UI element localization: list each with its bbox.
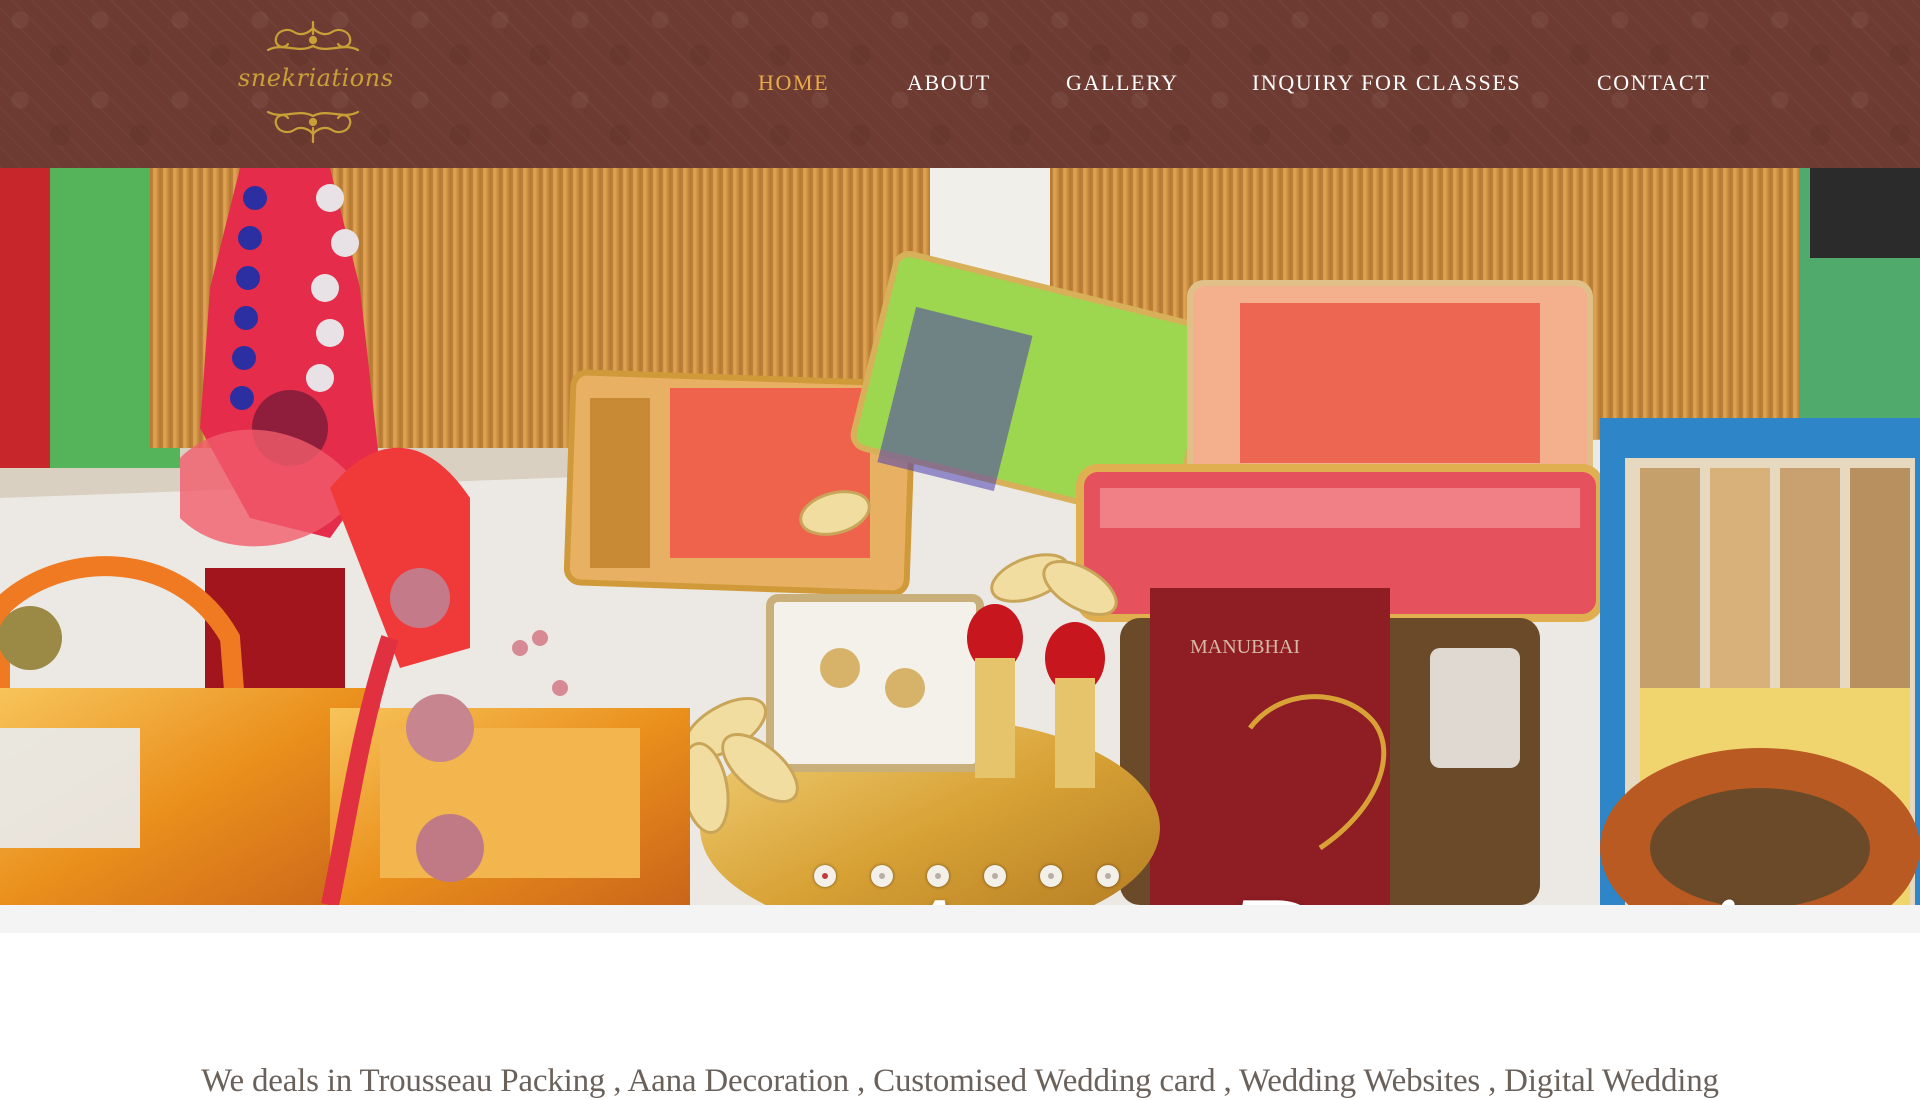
- nav-item-about[interactable]: ABOUT: [907, 70, 991, 96]
- main-nav: HOME ABOUT GALLERY INQUIRY FOR CLASSES C…: [0, 70, 1920, 100]
- hero-caption: Aana Decoration: [890, 888, 1890, 906]
- nav-item-contact[interactable]: CONTACT: [1597, 70, 1710, 96]
- svg-text:MANUBHAI: MANUBHAI: [1190, 636, 1300, 658]
- slider-dot-3[interactable]: [927, 865, 949, 887]
- nav-item-inquiry-for-classes[interactable]: INQUIRY FOR CLASSES: [1252, 70, 1521, 96]
- services-tagline: We deals in Trousseau Packing , Aana Dec…: [201, 1063, 1719, 1099]
- slider-dot-6[interactable]: [1096, 865, 1119, 887]
- slider-dot-2[interactable]: [870, 865, 893, 887]
- site-header: snekriations HOME ABOUT GALLERY INQUIRY …: [0, 0, 1920, 168]
- hero-slider: MANUBHAI: [0, 168, 1920, 905]
- hero-slide-image: MANUBHAI: [0, 168, 1920, 905]
- slider-dot-4[interactable]: [983, 865, 1006, 887]
- nav-item-gallery[interactable]: GALLERY: [1066, 70, 1179, 96]
- slider-dot-1[interactable]: [814, 865, 836, 887]
- hero-bottom-strip: [0, 905, 1920, 933]
- slider-dot-5[interactable]: [1040, 865, 1062, 887]
- nav-item-home[interactable]: HOME: [758, 70, 829, 96]
